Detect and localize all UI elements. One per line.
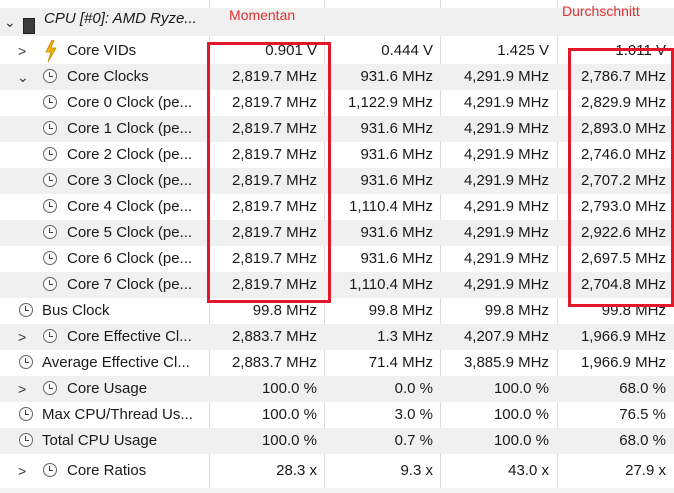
sensor-label: Core Clocks [67, 68, 149, 85]
value-max: 4,291.9 MHz [463, 198, 549, 215]
chevron-right-icon[interactable]: > [18, 38, 26, 64]
chevron-right-icon[interactable]: > [18, 324, 26, 350]
value-max: 4,291.9 MHz [463, 250, 549, 267]
value-max: 100.0 % [493, 432, 549, 449]
value-max: 4,291.9 MHz [463, 276, 549, 293]
sensor-label: Core 3 Clock (pe... [67, 172, 193, 189]
value-min: 0.0 % [394, 380, 433, 397]
clock-icon [43, 329, 57, 343]
value-min: 931.6 MHz [360, 68, 433, 85]
value-max: 4,291.9 MHz [463, 94, 549, 111]
sensor-label: Core 5 Clock (pe... [67, 224, 193, 241]
clock-icon [19, 407, 33, 421]
sensor-label: Core 2 Clock (pe... [67, 146, 193, 163]
sensor-row-max-cpu-thread-usage[interactable]: Max CPU/Thread Us... 100.0 % 3.0 % 100.0… [0, 402, 674, 428]
chevron-right-icon[interactable]: > [18, 376, 26, 402]
value-current: 100.0 % [261, 380, 317, 397]
value-min: 0.444 V [381, 42, 433, 59]
sensor-label: Core 7 Clock (pe... [67, 276, 193, 293]
cpu-group-title: CPU [#0]: AMD Ryze... [44, 10, 197, 27]
value-current: 2,883.7 MHz [231, 354, 317, 371]
value-current: 100.0 % [261, 432, 317, 449]
clock-icon [43, 173, 57, 187]
value-min: 1,110.4 MHz [349, 276, 433, 293]
value-min: 9.3 x [400, 462, 433, 479]
value-max: 4,291.9 MHz [463, 172, 549, 189]
chevron-down-icon[interactable]: ⌄ [4, 9, 16, 35]
value-min: 931.6 MHz [360, 146, 433, 163]
value-min: 1.3 MHz [377, 328, 433, 345]
value-max: 100.0 % [493, 406, 549, 423]
sensor-row-total-cpu-usage[interactable]: Total CPU Usage 100.0 % 0.7 % 100.0 % 68… [0, 428, 674, 454]
annotation-momentan: Momentan [229, 7, 296, 23]
value-average: 68.0 % [619, 380, 666, 397]
clock-icon [19, 303, 33, 317]
chevron-right-icon[interactable]: > [18, 458, 26, 484]
sensor-label: Core 4 Clock (pe... [67, 198, 193, 215]
highlight-box-current [207, 42, 331, 303]
value-min: 71.4 MHz [368, 354, 433, 371]
clock-icon [43, 199, 57, 213]
value-average: 27.9 x [625, 462, 666, 479]
value-max: 4,291.9 MHz [463, 120, 549, 137]
value-min: 931.6 MHz [360, 120, 433, 137]
clock-icon [19, 433, 33, 447]
sensor-label: Core 1 Clock (pe... [67, 120, 193, 137]
value-min: 0.7 % [394, 432, 433, 449]
value-current: 2,883.7 MHz [231, 328, 317, 345]
value-average: 76.5 % [619, 406, 666, 423]
value-current: 100.0 % [261, 406, 317, 423]
value-current: 28.3 x [276, 462, 317, 479]
clock-icon [43, 121, 57, 135]
sensor-label: Max CPU/Thread Us... [42, 406, 193, 423]
value-min: 1,122.9 MHz [347, 94, 433, 111]
sensor-row-core-effective-clocks[interactable]: > Core Effective Cl... 2,883.7 MHz 1.3 M… [0, 324, 674, 350]
highlight-box-average [568, 48, 674, 307]
chevron-down-icon[interactable]: ⌄ [17, 64, 29, 90]
value-max: 99.8 MHz [484, 302, 549, 319]
clock-icon [43, 381, 57, 395]
sensor-row-average-effective-clock[interactable]: Average Effective Cl... 2,883.7 MHz 71.4… [0, 350, 674, 376]
sensor-label: Core Usage [67, 380, 148, 397]
sensor-label: Core 0 Clock (pe... [67, 94, 193, 111]
value-min: 931.6 MHz [360, 172, 433, 189]
sensor-label: Bus Clock [42, 302, 110, 319]
clock-icon [43, 95, 57, 109]
value-max: 4,291.9 MHz [463, 224, 549, 241]
clock-icon [43, 463, 57, 477]
cpu-chip-icon [23, 18, 35, 34]
sensor-label: Core Effective Cl... [67, 328, 192, 345]
clock-icon [19, 355, 33, 369]
value-max: 100.0 % [493, 380, 549, 397]
value-max: 1.425 V [497, 42, 549, 59]
sensor-label: Core Ratios [67, 462, 147, 479]
voltage-bolt-icon [45, 40, 57, 62]
clock-icon [43, 225, 57, 239]
sensor-label: Core VIDs [67, 42, 137, 59]
sensor-label: Total CPU Usage [42, 432, 158, 449]
value-average: 68.0 % [619, 432, 666, 449]
value-max: 43.0 x [508, 462, 549, 479]
value-min: 3.0 % [394, 406, 433, 423]
value-min: 99.8 MHz [368, 302, 433, 319]
value-max: 3,885.9 MHz [463, 354, 549, 371]
sensor-label: Core 6 Clock (pe... [67, 250, 193, 267]
clock-icon [43, 277, 57, 291]
clock-icon [43, 69, 57, 83]
sensor-row-core-usage[interactable]: > Core Usage 100.0 % 0.0 % 100.0 % 68.0 … [0, 376, 674, 402]
value-average: 1,966.9 MHz [580, 328, 666, 345]
clock-icon [43, 147, 57, 161]
value-average: 1,966.9 MHz [580, 354, 666, 371]
value-max: 4,207.9 MHz [463, 328, 549, 345]
sensor-row-core-ratios[interactable]: > Core Ratios 28.3 x 9.3 x 43.0 x 27.9 x [0, 458, 674, 484]
value-max: 4,291.9 MHz [463, 68, 549, 85]
value-min: 931.6 MHz [360, 224, 433, 241]
horizontal-scrollbar[interactable] [0, 488, 674, 493]
annotation-durchschnitt: Durchschnitt [562, 3, 640, 19]
sensor-label: Average Effective Cl... [42, 354, 190, 371]
value-max: 4,291.9 MHz [463, 146, 549, 163]
clock-icon [43, 251, 57, 265]
value-min: 931.6 MHz [360, 250, 433, 267]
value-min: 1,110.4 MHz [349, 198, 433, 215]
